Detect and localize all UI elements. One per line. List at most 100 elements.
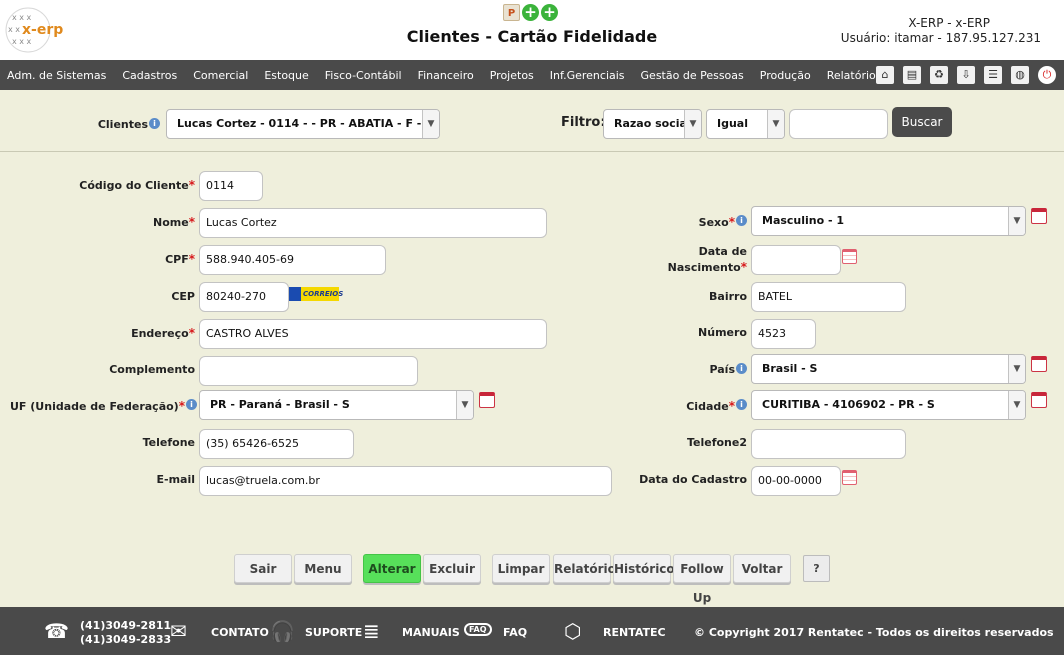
- nascimento-label-text: Nascimento: [667, 261, 741, 274]
- calendar-icon[interactable]: [479, 392, 495, 408]
- calendar-icon[interactable]: [1031, 356, 1047, 372]
- endereco-input[interactable]: CASTRO ALVES: [199, 319, 547, 349]
- required-mark: *: [728, 215, 735, 229]
- nascimento-input[interactable]: [751, 245, 841, 275]
- header: x x x x x x x x x-erp P + + Clientes - C…: [0, 0, 1064, 60]
- nav-gestao-pessoas[interactable]: Gestão de Pessoas: [633, 69, 752, 82]
- sexo-select[interactable]: Masculino - 1 ▼: [751, 206, 1026, 236]
- calendar-icon[interactable]: [1031, 392, 1047, 408]
- calendar-icon[interactable]: [1031, 208, 1047, 224]
- nav-estoque[interactable]: Estoque: [256, 69, 316, 82]
- telefone-input[interactable]: (35) 65426-6525: [199, 429, 354, 459]
- export-icon[interactable]: ⇩: [957, 66, 975, 84]
- voltar-button[interactable]: Voltar: [733, 554, 791, 583]
- sair-button[interactable]: Sair: [234, 554, 292, 583]
- manuais-link[interactable]: MANUAIS: [402, 626, 460, 639]
- nav-financeiro[interactable]: Financeiro: [410, 69, 482, 82]
- nav-adm-sistemas[interactable]: Adm. de Sistemas: [0, 69, 114, 82]
- cpf-input[interactable]: 588.940.405-69: [199, 245, 386, 275]
- relatorio-button[interactable]: Relatório: [553, 554, 616, 583]
- telephone-icon: ☎: [44, 619, 69, 643]
- nome-input[interactable]: Lucas Cortez: [199, 208, 547, 238]
- filtro-label: Filtro:: [561, 115, 606, 130]
- email-label: E-mail: [156, 473, 195, 486]
- bairro-input[interactable]: BATEL: [751, 282, 906, 312]
- buscar-button[interactable]: Buscar: [892, 107, 952, 137]
- chevron-down-icon: ▼: [1008, 355, 1025, 383]
- uf-label: UF (Unidade de Federação)* i: [10, 399, 197, 413]
- filtro-text-input[interactable]: [789, 109, 888, 139]
- cep-input[interactable]: 80240-270: [199, 282, 289, 312]
- pais-select[interactable]: Brasil - S ▼: [751, 354, 1026, 384]
- date-picker-icon[interactable]: [842, 249, 857, 264]
- nav-inf-gerenciais[interactable]: Inf.Gerenciais: [542, 69, 633, 82]
- bairro-label: Bairro: [709, 290, 747, 303]
- required-mark: *: [188, 326, 195, 340]
- clientes-select[interactable]: Lucas Cortez - 0114 - - PR - ABATIA - F …: [166, 109, 440, 139]
- info-icon: i: [736, 399, 747, 410]
- info-icon: i: [736, 363, 747, 374]
- copyright-text: © Copyright 2017 Rentatec - Todos os dir…: [694, 626, 1054, 639]
- numero-label: Número: [698, 326, 747, 339]
- codigo-input[interactable]: 0114: [199, 171, 263, 201]
- complemento-input[interactable]: [199, 356, 418, 386]
- cidade-label-text: Cidade: [686, 400, 729, 413]
- limpar-button[interactable]: Limpar: [492, 554, 550, 583]
- email-input[interactable]: lucas@truela.com.br: [199, 466, 612, 496]
- numero-input[interactable]: 4523: [751, 319, 816, 349]
- filtro-op-value: Igual: [717, 117, 748, 130]
- pais-select-value: Brasil - S: [762, 362, 818, 375]
- cpf-label: CPF*: [40, 252, 195, 266]
- nav-fisco-contabil[interactable]: Fisco-Contábil: [317, 69, 410, 82]
- main-nav: Adm. de Sistemas Cadastros Comercial Est…: [0, 60, 1064, 90]
- clientes-label-text: Clientes: [97, 118, 148, 131]
- cadastro-input[interactable]: 00-00-0000: [751, 466, 841, 496]
- filtro-field-select[interactable]: Razao social ▼: [603, 109, 702, 139]
- nav-producao[interactable]: Produção: [752, 69, 819, 82]
- nascimento-label-1: Data de: [698, 245, 747, 258]
- add-new-icon[interactable]: +: [541, 4, 558, 21]
- faq-link[interactable]: FAQ: [503, 626, 527, 639]
- nav-projetos[interactable]: Projetos: [482, 69, 542, 82]
- globe-icon[interactable]: ◍: [1011, 66, 1029, 84]
- network-icon: ⬡: [564, 619, 582, 643]
- chevron-down-icon: ▼: [767, 110, 784, 138]
- power-icon[interactable]: ⏻: [1038, 66, 1056, 84]
- filtro-op-select[interactable]: Igual ▼: [706, 109, 785, 139]
- required-mark: *: [188, 252, 195, 266]
- telefone2-input[interactable]: [751, 429, 906, 459]
- menu-button[interactable]: Menu: [294, 554, 352, 583]
- alterar-button[interactable]: Alterar: [363, 554, 421, 583]
- help-button[interactable]: ?: [803, 555, 830, 582]
- cidade-select[interactable]: CURITIBA - 4106902 - PR - S ▼: [751, 390, 1026, 420]
- date-picker-icon[interactable]: [842, 470, 857, 485]
- required-mark: *: [188, 215, 195, 229]
- uf-select[interactable]: PR - Paraná - Brasil - S ▼: [199, 390, 474, 420]
- home-icon[interactable]: ⌂: [876, 66, 894, 84]
- correios-logo[interactable]: CORREIOS: [289, 287, 343, 301]
- contato-link[interactable]: CONTATO: [211, 626, 269, 639]
- info-icon: i: [736, 215, 747, 226]
- sexo-label-text: Sexo: [698, 216, 729, 229]
- historico-button[interactable]: Histórico: [613, 554, 675, 583]
- nav-cadastros[interactable]: Cadastros: [114, 69, 185, 82]
- uf-select-value: PR - Paraná - Brasil - S: [210, 398, 350, 411]
- suporte-link[interactable]: SUPORTE: [305, 626, 362, 639]
- required-mark: *: [178, 399, 185, 413]
- nav-tools: ⌂ ▤ ♻ ⇩ ☰ ◍ ⏻: [876, 66, 1056, 84]
- recycle-icon[interactable]: ♻: [930, 66, 948, 84]
- rentatec-link[interactable]: RENTATEC: [603, 626, 666, 639]
- follow-up-button[interactable]: Follow Up: [673, 554, 731, 605]
- nav-comercial[interactable]: Comercial: [185, 69, 256, 82]
- add-icon[interactable]: +: [522, 4, 539, 21]
- footer: ☎ (41)3049-2811 (41)3049-2833 ✉ CONTATO …: [0, 607, 1064, 655]
- print-icon[interactable]: ▤: [903, 66, 921, 84]
- document-icon[interactable]: ☰: [984, 66, 1002, 84]
- endereco-label-text: Endereço: [131, 327, 189, 340]
- pais-label-text: País: [709, 363, 735, 376]
- clientes-select-value: Lucas Cortez - 0114 - - PR - ABATIA - F …: [177, 117, 439, 130]
- info-icon: i: [149, 118, 160, 129]
- powerpoint-icon[interactable]: P: [503, 4, 520, 21]
- chevron-down-icon: ▼: [684, 110, 701, 138]
- excluir-button[interactable]: Excluir: [423, 554, 481, 583]
